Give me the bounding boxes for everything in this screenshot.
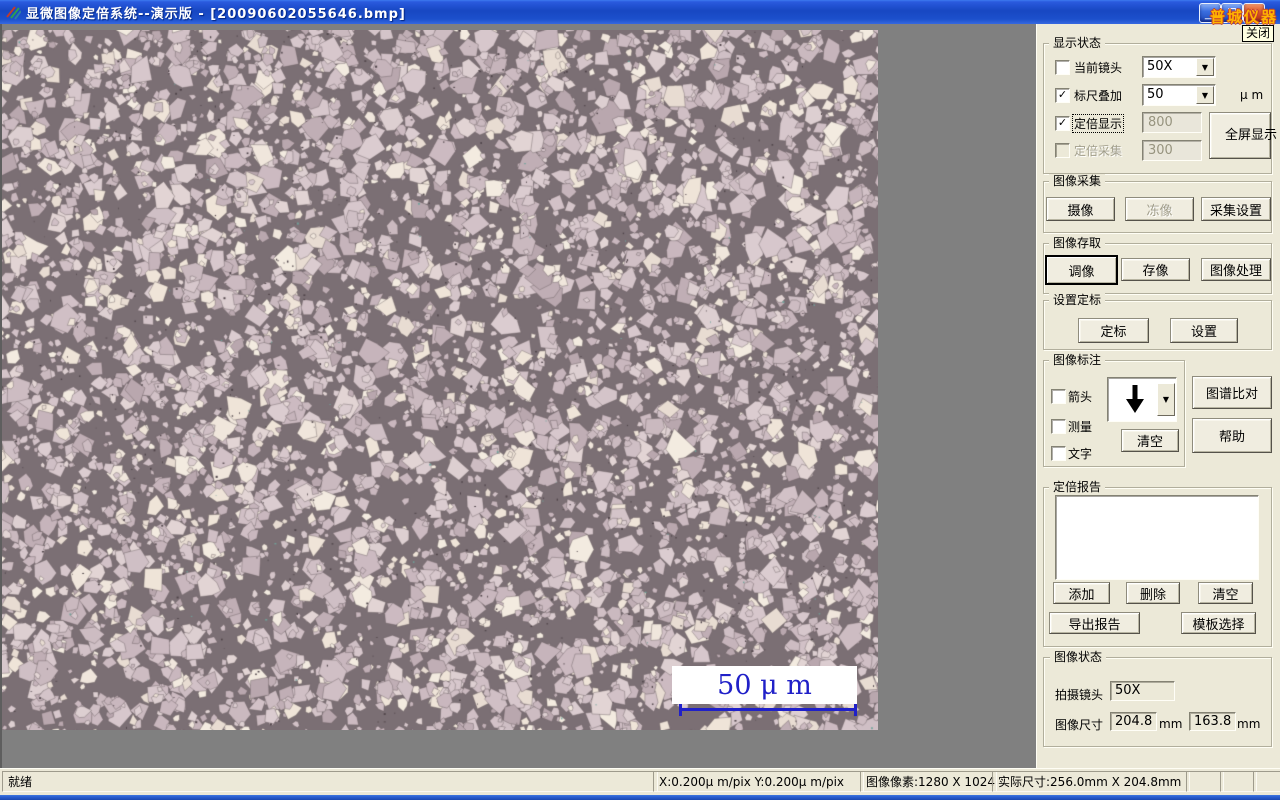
capture-settings-button[interactable]: 采集设置: [1201, 197, 1271, 221]
group-image-annotation-label: 图像标注: [1049, 353, 1106, 367]
save-image-button[interactable]: 存像: [1121, 258, 1190, 281]
current-lens-value: 50X: [1147, 59, 1173, 74]
chevron-down-icon[interactable]: ▼: [1196, 86, 1214, 104]
status-ready: 就绪: [2, 771, 658, 792]
capture-lens-field[interactable]: 50X: [1110, 681, 1175, 701]
arrow-style-select[interactable]: ▼: [1107, 377, 1177, 422]
window-title: 显微图像定倍系统--演示版 - [20090602055646.bmp]: [26, 6, 406, 22]
micrograph-image: [2, 30, 878, 730]
image-width-value: 204.8: [1115, 714, 1153, 729]
measure-label: 测量: [1068, 420, 1093, 434]
width-unit-label: mm: [1159, 717, 1183, 731]
checkbox-fixed-capture: [1055, 143, 1070, 158]
status-pane-empty: [1186, 771, 1224, 792]
report-clear-button[interactable]: 清空: [1198, 582, 1253, 604]
group-image-capture-label: 图像采集: [1049, 174, 1106, 188]
chevron-down-icon[interactable]: ▼: [1196, 58, 1214, 76]
report-delete-button[interactable]: 删除: [1126, 582, 1180, 604]
report-add-button[interactable]: 添加: [1053, 582, 1110, 604]
text-label: 文字: [1068, 447, 1093, 461]
app-icon: [6, 6, 21, 20]
close-tooltip: 关闭: [1242, 25, 1275, 42]
ruler-size-select[interactable]: 50 ▼: [1142, 84, 1216, 106]
capture-lens-value: 50X: [1115, 683, 1141, 698]
checkbox-measure[interactable]: [1051, 419, 1066, 434]
fullscreen-button[interactable]: 全屏显示: [1209, 112, 1277, 159]
clear-annotation-button[interactable]: 清空: [1121, 429, 1179, 452]
scalebar-line: [679, 704, 857, 716]
arrow-label: 箭头: [1068, 390, 1093, 404]
fixed-capture-label: 定倍采集: [1074, 144, 1123, 158]
image-processing-button[interactable]: 图像处理: [1201, 258, 1271, 281]
group-display-status-label: 显示状态: [1049, 36, 1106, 50]
status-pane-empty: [1253, 771, 1280, 792]
current-lens-label: 当前镜头: [1074, 61, 1123, 75]
image-width-field[interactable]: 204.8: [1110, 712, 1157, 731]
calibrate-button[interactable]: 定标: [1078, 318, 1149, 343]
group-image-status-label: 图像状态: [1050, 650, 1107, 664]
image-height-value: 163.8: [1194, 714, 1232, 729]
group-image-storage-label: 图像存取: [1049, 236, 1106, 250]
report-listbox[interactable]: [1055, 495, 1259, 580]
image-size-label: 图像尺寸: [1055, 718, 1104, 732]
chevron-down-icon[interactable]: ▼: [1157, 383, 1175, 416]
application-window: 显微图像定倍系统--演示版 - [20090602055646.bmp] ＿ ❐…: [0, 0, 1280, 800]
group-set-calibration-label: 设置定标: [1049, 293, 1106, 307]
checkbox-ruler-overlay[interactable]: [1055, 88, 1070, 103]
current-lens-select[interactable]: 50X ▼: [1142, 56, 1216, 78]
checkbox-current-lens[interactable]: [1055, 60, 1070, 75]
export-report-button[interactable]: 导出报告: [1049, 612, 1140, 634]
freeze-button: 冻像: [1125, 197, 1194, 221]
fixed-display-field: 800: [1142, 112, 1202, 133]
checkbox-arrow[interactable]: [1051, 389, 1066, 404]
status-pixel-info: 图像像素:1280 X 1024: [860, 771, 997, 792]
fixed-capture-field: 300: [1142, 140, 1202, 161]
load-image-button[interactable]: 调像: [1045, 255, 1118, 285]
ruler-overlay-label: 标尺叠加: [1074, 89, 1123, 103]
camera-button[interactable]: 摄像: [1046, 197, 1115, 221]
scalebar: 50 μ m: [672, 666, 857, 704]
height-unit-label: mm: [1237, 717, 1261, 731]
fixed-capture-value: 300: [1148, 143, 1173, 158]
checkbox-text[interactable]: [1051, 446, 1066, 461]
status-scale-info: X:0.200μ m/pix Y:0.200μ m/pix: [653, 771, 864, 792]
fixed-display-label: 定倍显示: [1072, 114, 1125, 133]
fixed-display-value: 800: [1148, 115, 1173, 130]
status-size-info: 实际尺寸:256.0mm X 204.8mm: [992, 771, 1190, 792]
help-button[interactable]: 帮助: [1192, 418, 1272, 453]
down-arrow-icon: [1126, 385, 1144, 413]
checkbox-fixed-display[interactable]: [1055, 116, 1070, 131]
atlas-compare-button[interactable]: 图谱比对: [1192, 376, 1272, 409]
image-height-field[interactable]: 163.8: [1189, 712, 1236, 731]
title-bar: 显微图像定倍系统--演示版 - [20090602055646.bmp]: [0, 0, 1280, 24]
group-report-label: 定倍报告: [1049, 480, 1106, 494]
ruler-size-value: 50: [1147, 87, 1164, 102]
status-pane-empty: [1220, 771, 1257, 792]
scalebar-label: 50 μ m: [717, 669, 812, 701]
template-select-button[interactable]: 模板选择: [1181, 612, 1256, 634]
capture-lens-label: 拍摄镜头: [1055, 688, 1104, 702]
vendor-watermark: 普城仪器: [1210, 8, 1279, 26]
ruler-unit-label: μ m: [1240, 88, 1264, 102]
settings-button[interactable]: 设置: [1170, 318, 1238, 343]
